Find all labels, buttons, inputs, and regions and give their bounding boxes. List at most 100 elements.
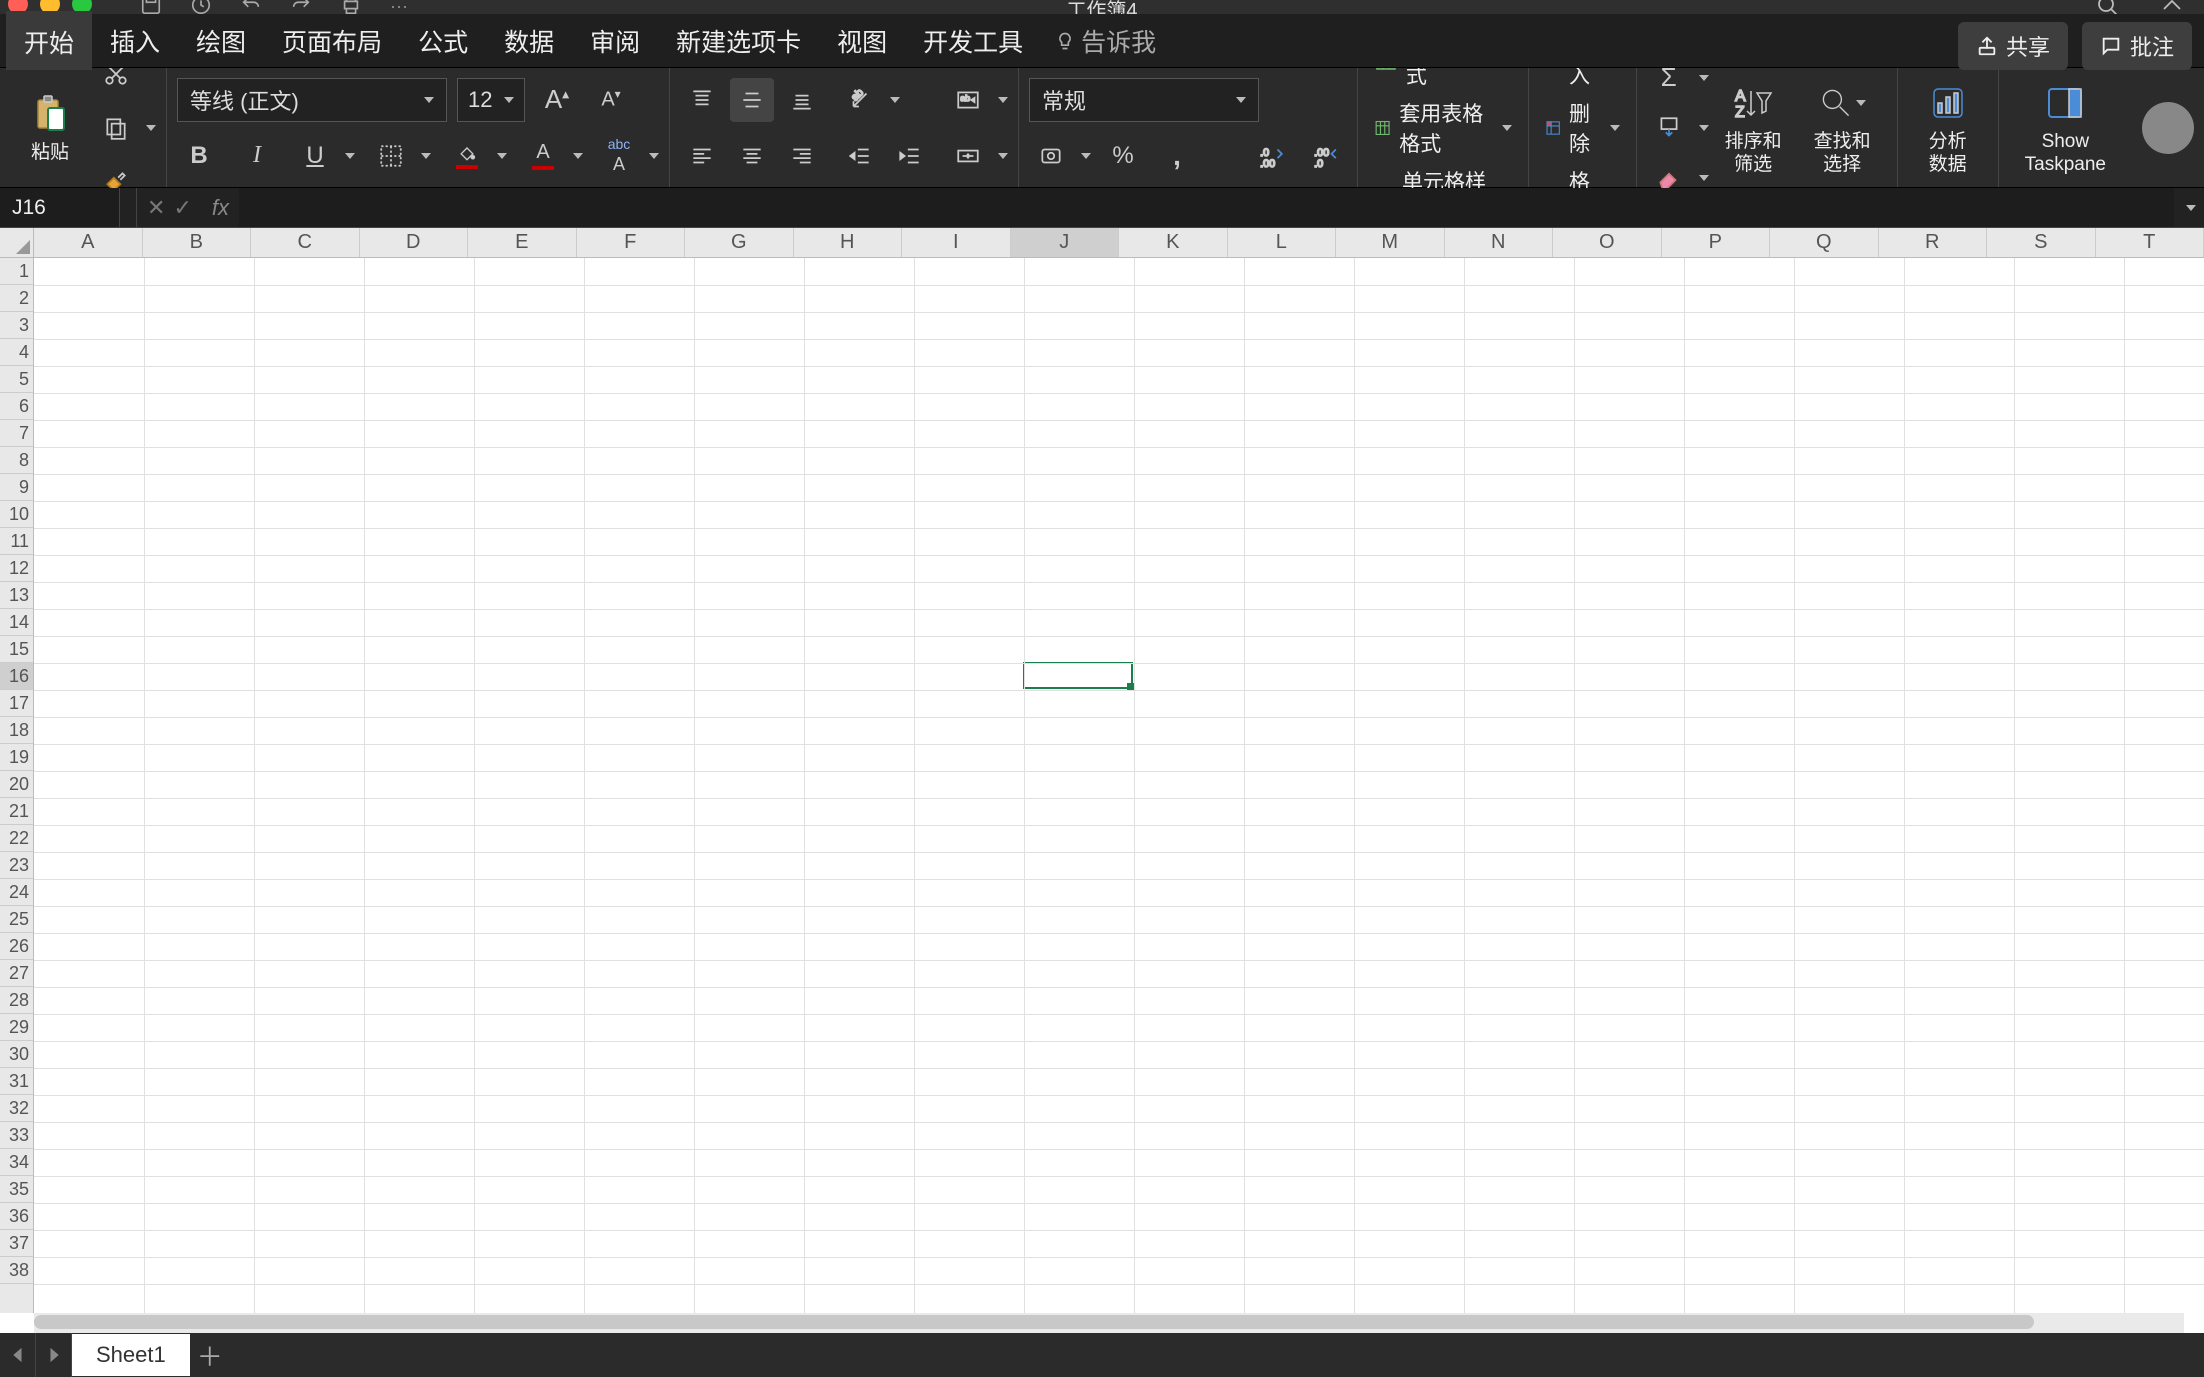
- row-header[interactable]: 26: [0, 933, 33, 960]
- row-header[interactable]: 19: [0, 744, 33, 771]
- align-top-button[interactable]: [680, 78, 724, 122]
- tab-data[interactable]: 数据: [486, 13, 572, 69]
- tab-insert[interactable]: 插入: [92, 13, 178, 69]
- column-header[interactable]: Q: [1770, 228, 1879, 257]
- tab-newtab[interactable]: 新建选项卡: [658, 13, 819, 69]
- delete-cells-button[interactable]: 删除: [1539, 96, 1626, 160]
- row-header[interactable]: 38: [0, 1257, 33, 1284]
- formula-expand-icon[interactable]: [2174, 205, 2204, 211]
- italic-button[interactable]: I: [235, 134, 279, 178]
- row-header[interactable]: 34: [0, 1149, 33, 1176]
- row-header[interactable]: 1: [0, 258, 33, 285]
- tab-pagelayout[interactable]: 页面布局: [264, 13, 400, 69]
- merge-button[interactable]: [946, 134, 990, 178]
- decrease-font-button[interactable]: A▾: [589, 78, 633, 122]
- row-header[interactable]: 23: [0, 852, 33, 879]
- row-header[interactable]: 16: [0, 663, 33, 690]
- row-header[interactable]: 2: [0, 285, 33, 312]
- column-header[interactable]: I: [902, 228, 1011, 257]
- chevron-down-icon[interactable]: [998, 97, 1008, 103]
- row-header[interactable]: 3: [0, 312, 33, 339]
- chevron-down-icon[interactable]: [998, 153, 1008, 159]
- accept-formula-icon[interactable]: ✓: [173, 195, 191, 221]
- row-header[interactable]: 25: [0, 906, 33, 933]
- comma-style-button[interactable]: ,: [1155, 134, 1199, 178]
- sheet-tab-active[interactable]: Sheet1: [72, 1334, 190, 1376]
- row-header[interactable]: 9: [0, 474, 33, 501]
- cells-area[interactable]: [34, 258, 2204, 1313]
- column-header[interactable]: D: [360, 228, 469, 257]
- column-header[interactable]: S: [1987, 228, 2096, 257]
- align-center-button[interactable]: [730, 134, 774, 178]
- font-size-select[interactable]: 12: [457, 78, 525, 122]
- table-style-button[interactable]: 套用表格格式: [1368, 96, 1518, 160]
- select-all-corner[interactable]: [0, 228, 34, 258]
- align-right-button[interactable]: [780, 134, 824, 178]
- show-taskpane-button[interactable]: Show Taskpane: [2009, 79, 2122, 177]
- row-header[interactable]: 20: [0, 771, 33, 798]
- chevron-down-icon[interactable]: [1699, 75, 1709, 81]
- chevron-down-icon[interactable]: [345, 153, 355, 159]
- borders-button[interactable]: [369, 134, 413, 178]
- row-header[interactable]: 8: [0, 447, 33, 474]
- row-header[interactable]: 27: [0, 960, 33, 987]
- column-header[interactable]: G: [685, 228, 794, 257]
- add-sheet-button[interactable]: ＋: [190, 1337, 230, 1374]
- tab-draw[interactable]: 绘图: [178, 13, 264, 69]
- share-button[interactable]: 共享: [1958, 22, 2068, 70]
- copy-dropdown-icon[interactable]: [146, 125, 156, 131]
- column-header[interactable]: C: [251, 228, 360, 257]
- sheet-nav-next[interactable]: [36, 1333, 72, 1377]
- bold-button[interactable]: B: [177, 134, 221, 178]
- row-header[interactable]: 13: [0, 582, 33, 609]
- phonetic-button[interactable]: abcA: [597, 134, 641, 178]
- cancel-formula-icon[interactable]: ✕: [147, 195, 165, 221]
- column-header[interactable]: H: [794, 228, 903, 257]
- chevron-down-icon[interactable]: [890, 97, 900, 103]
- accounting-button[interactable]: [1029, 134, 1073, 178]
- row-header[interactable]: 21: [0, 798, 33, 825]
- column-header[interactable]: T: [2096, 228, 2204, 257]
- increase-decimal-button[interactable]: .0.00: [1249, 134, 1293, 178]
- tab-developer[interactable]: 开发工具: [905, 13, 1041, 69]
- increase-indent-button[interactable]: [888, 134, 932, 178]
- row-header[interactable]: 31: [0, 1068, 33, 1095]
- column-header[interactable]: N: [1445, 228, 1554, 257]
- tab-home[interactable]: 开始: [6, 11, 92, 70]
- horizontal-scrollbar[interactable]: [34, 1313, 2184, 1333]
- tab-review[interactable]: 审阅: [572, 13, 658, 69]
- name-box[interactable]: J16: [0, 188, 120, 227]
- column-header[interactable]: R: [1879, 228, 1988, 257]
- row-header[interactable]: 15: [0, 636, 33, 663]
- sheet-nav-prev[interactable]: [0, 1333, 36, 1377]
- fill-color-button[interactable]: [445, 134, 489, 178]
- column-header[interactable]: B: [143, 228, 252, 257]
- row-header[interactable]: 12: [0, 555, 33, 582]
- row-header[interactable]: 24: [0, 879, 33, 906]
- column-header[interactable]: K: [1119, 228, 1228, 257]
- column-header[interactable]: F: [577, 228, 686, 257]
- row-header[interactable]: 35: [0, 1176, 33, 1203]
- comments-button[interactable]: 批注: [2082, 22, 2192, 70]
- column-header[interactable]: M: [1336, 228, 1445, 257]
- copy-button[interactable]: [94, 106, 138, 150]
- formula-input[interactable]: [239, 188, 2174, 227]
- row-header[interactable]: 10: [0, 501, 33, 528]
- row-header[interactable]: 37: [0, 1230, 33, 1257]
- decrease-decimal-button[interactable]: .00.0: [1303, 134, 1347, 178]
- row-header[interactable]: 6: [0, 393, 33, 420]
- row-header[interactable]: 4: [0, 339, 33, 366]
- underline-button[interactable]: U: [293, 134, 337, 178]
- font-name-select[interactable]: 等线 (正文): [177, 78, 447, 122]
- tab-view[interactable]: 视图: [819, 13, 905, 69]
- tab-formulas[interactable]: 公式: [400, 13, 486, 69]
- align-bottom-button[interactable]: [780, 78, 824, 122]
- chevron-down-icon[interactable]: [649, 153, 659, 159]
- chevron-down-icon[interactable]: [497, 153, 507, 159]
- number-format-select[interactable]: 常规: [1029, 78, 1259, 122]
- selected-cell[interactable]: [1023, 662, 1133, 689]
- row-header[interactable]: 28: [0, 987, 33, 1014]
- namebox-stepper[interactable]: [120, 188, 137, 227]
- chevron-down-icon[interactable]: [1699, 175, 1709, 181]
- orientation-button[interactable]: ab: [838, 78, 882, 122]
